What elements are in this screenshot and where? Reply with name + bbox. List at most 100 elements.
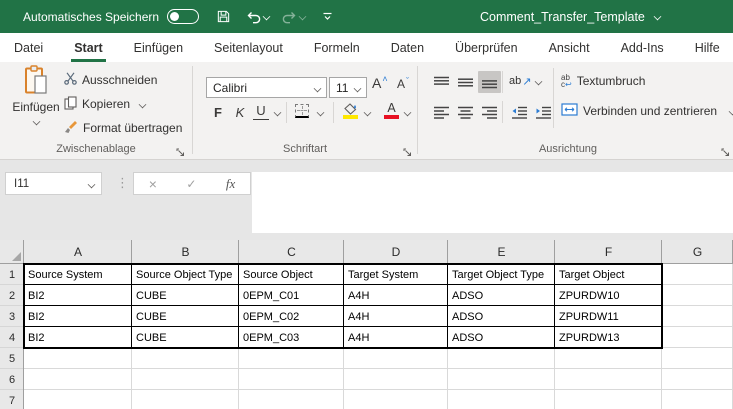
cell-D4[interactable]: A4H — [344, 327, 448, 348]
cell-C3[interactable]: 0EPM_C02 — [239, 306, 344, 327]
column-header-F[interactable]: F — [555, 240, 662, 264]
copy-dropdown-icon[interactable] — [139, 100, 147, 108]
cell-D5[interactable] — [344, 348, 448, 369]
borders-button[interactable] — [295, 104, 309, 118]
row-header-6[interactable]: 6 — [0, 369, 24, 390]
row-header-7[interactable]: 7 — [0, 390, 24, 409]
cell-F4[interactable]: ZPURDW13 — [555, 327, 662, 348]
cell-B3[interactable]: CUBE — [132, 306, 239, 327]
cell-E7[interactable] — [448, 390, 555, 409]
customize-quick-access-toolbar-icon[interactable] — [322, 10, 333, 24]
cell-D2[interactable]: A4H — [344, 285, 448, 306]
cell-G7[interactable] — [662, 390, 733, 409]
cell-B7[interactable] — [132, 390, 239, 409]
font-dialog-launcher[interactable] — [403, 144, 413, 154]
cell-A7[interactable] — [24, 390, 132, 409]
row-header-1[interactable]: 1 — [0, 264, 24, 285]
row-header-4[interactable]: 4 — [0, 327, 24, 348]
tab-add-ins[interactable]: Add-Ins — [620, 33, 665, 62]
cell-G6[interactable] — [662, 369, 733, 390]
cell-D3[interactable]: A4H — [344, 306, 448, 327]
column-header-B[interactable]: B — [132, 240, 239, 264]
decrease-indent-button[interactable] — [508, 101, 531, 123]
merge-dropdown-icon[interactable] — [729, 107, 733, 115]
cell-A1[interactable]: Source System — [24, 264, 132, 285]
cell-F2[interactable]: ZPURDW10 — [555, 285, 662, 306]
tab-daten[interactable]: Daten — [390, 33, 425, 62]
row-header-2[interactable]: 2 — [0, 285, 24, 306]
decrease-font-size-button[interactable]: Aˇ — [397, 77, 409, 91]
tab-überprüfen[interactable]: Überprüfen — [454, 33, 519, 62]
undo-button[interactable] — [246, 10, 270, 24]
copy-button[interactable]: Kopieren — [64, 94, 146, 114]
column-header-G[interactable]: G — [662, 240, 733, 264]
column-header-E[interactable]: E — [448, 240, 555, 264]
cell-G3[interactable] — [662, 306, 733, 327]
fill-color-button[interactable] — [343, 102, 358, 120]
cell-B1[interactable]: Source Object Type — [132, 264, 239, 285]
cell-G2[interactable] — [662, 285, 733, 306]
font-color-button[interactable]: A — [384, 101, 399, 115]
cell-A6[interactable] — [24, 369, 132, 390]
cell-E4[interactable]: ADSO — [448, 327, 555, 348]
save-icon[interactable] — [216, 9, 231, 24]
orientation-dropdown-icon[interactable] — [535, 77, 543, 85]
undo-dropdown-icon[interactable] — [263, 13, 271, 21]
row-header-3[interactable]: 3 — [0, 306, 24, 327]
redo-button[interactable] — [282, 10, 306, 24]
enter-checkmark-icon[interactable]: ✓ — [186, 177, 196, 191]
font-size-combobox[interactable]: 11 — [329, 77, 367, 98]
cell-D7[interactable] — [344, 390, 448, 409]
tab-datei[interactable]: Datei — [13, 33, 44, 62]
merge-and-center-button[interactable]: Verbinden und zentrieren — [561, 101, 733, 121]
cell-E6[interactable] — [448, 369, 555, 390]
cell-F3[interactable]: ZPURDW11 — [555, 306, 662, 327]
align-left-button[interactable] — [430, 101, 453, 123]
orientation-button[interactable]: ab ↗ — [509, 71, 542, 91]
cell-A4[interactable]: BI2 — [24, 327, 132, 348]
align-center-button[interactable] — [454, 101, 477, 123]
formula-input[interactable] — [252, 172, 733, 233]
tab-einfügen[interactable]: Einfügen — [133, 33, 184, 62]
bold-button[interactable]: F — [209, 102, 227, 122]
cut-button[interactable]: Ausschneiden — [64, 70, 157, 90]
cell-A3[interactable]: BI2 — [24, 306, 132, 327]
increase-font-size-button[interactable]: A˄ — [372, 75, 388, 91]
font-name-combobox[interactable]: Calibri — [206, 77, 327, 98]
cell-B5[interactable] — [132, 348, 239, 369]
underline-button[interactable]: U — [253, 102, 269, 120]
tab-hilfe[interactable]: Hilfe — [694, 33, 721, 62]
fill-color-dropdown-icon[interactable] — [364, 109, 372, 117]
align-top-button[interactable] — [430, 71, 453, 93]
insert-function-button[interactable]: fx — [226, 176, 235, 192]
cancel-icon[interactable]: × — [149, 176, 157, 192]
increase-indent-button[interactable] — [532, 101, 555, 123]
wrap-text-button[interactable]: abc↩ Textumbruch — [561, 71, 645, 91]
cell-D1[interactable]: Target System — [344, 264, 448, 285]
cell-E3[interactable]: ADSO — [448, 306, 555, 327]
cell-E2[interactable]: ADSO — [448, 285, 555, 306]
cell-C5[interactable] — [239, 348, 344, 369]
align-middle-button[interactable] — [454, 71, 477, 93]
underline-dropdown-icon[interactable] — [274, 109, 282, 117]
row-header-5[interactable]: 5 — [0, 348, 24, 369]
cell-D6[interactable] — [344, 369, 448, 390]
name-box-dropdown-icon[interactable] — [88, 181, 96, 189]
cell-A2[interactable]: BI2 — [24, 285, 132, 306]
cell-C1[interactable]: Source Object — [239, 264, 344, 285]
cell-A5[interactable] — [24, 348, 132, 369]
cell-C6[interactable] — [239, 369, 344, 390]
cell-C4[interactable]: 0EPM_C03 — [239, 327, 344, 348]
cell-F5[interactable] — [555, 348, 662, 369]
cell-B4[interactable]: CUBE — [132, 327, 239, 348]
name-box[interactable]: I11 — [5, 172, 102, 195]
cell-C2[interactable]: 0EPM_C01 — [239, 285, 344, 306]
tab-seitenlayout[interactable]: Seitenlayout — [213, 33, 284, 62]
cell-E1[interactable]: Target Object Type — [448, 264, 555, 285]
clipboard-dialog-launcher[interactable] — [176, 144, 186, 154]
cell-F1[interactable]: Target Object — [555, 264, 662, 285]
font-size-dropdown-icon[interactable] — [354, 85, 362, 93]
align-bottom-button[interactable] — [478, 71, 501, 93]
italic-button[interactable]: K — [231, 102, 249, 122]
format-painter-button[interactable]: Format übertragen — [64, 118, 182, 138]
